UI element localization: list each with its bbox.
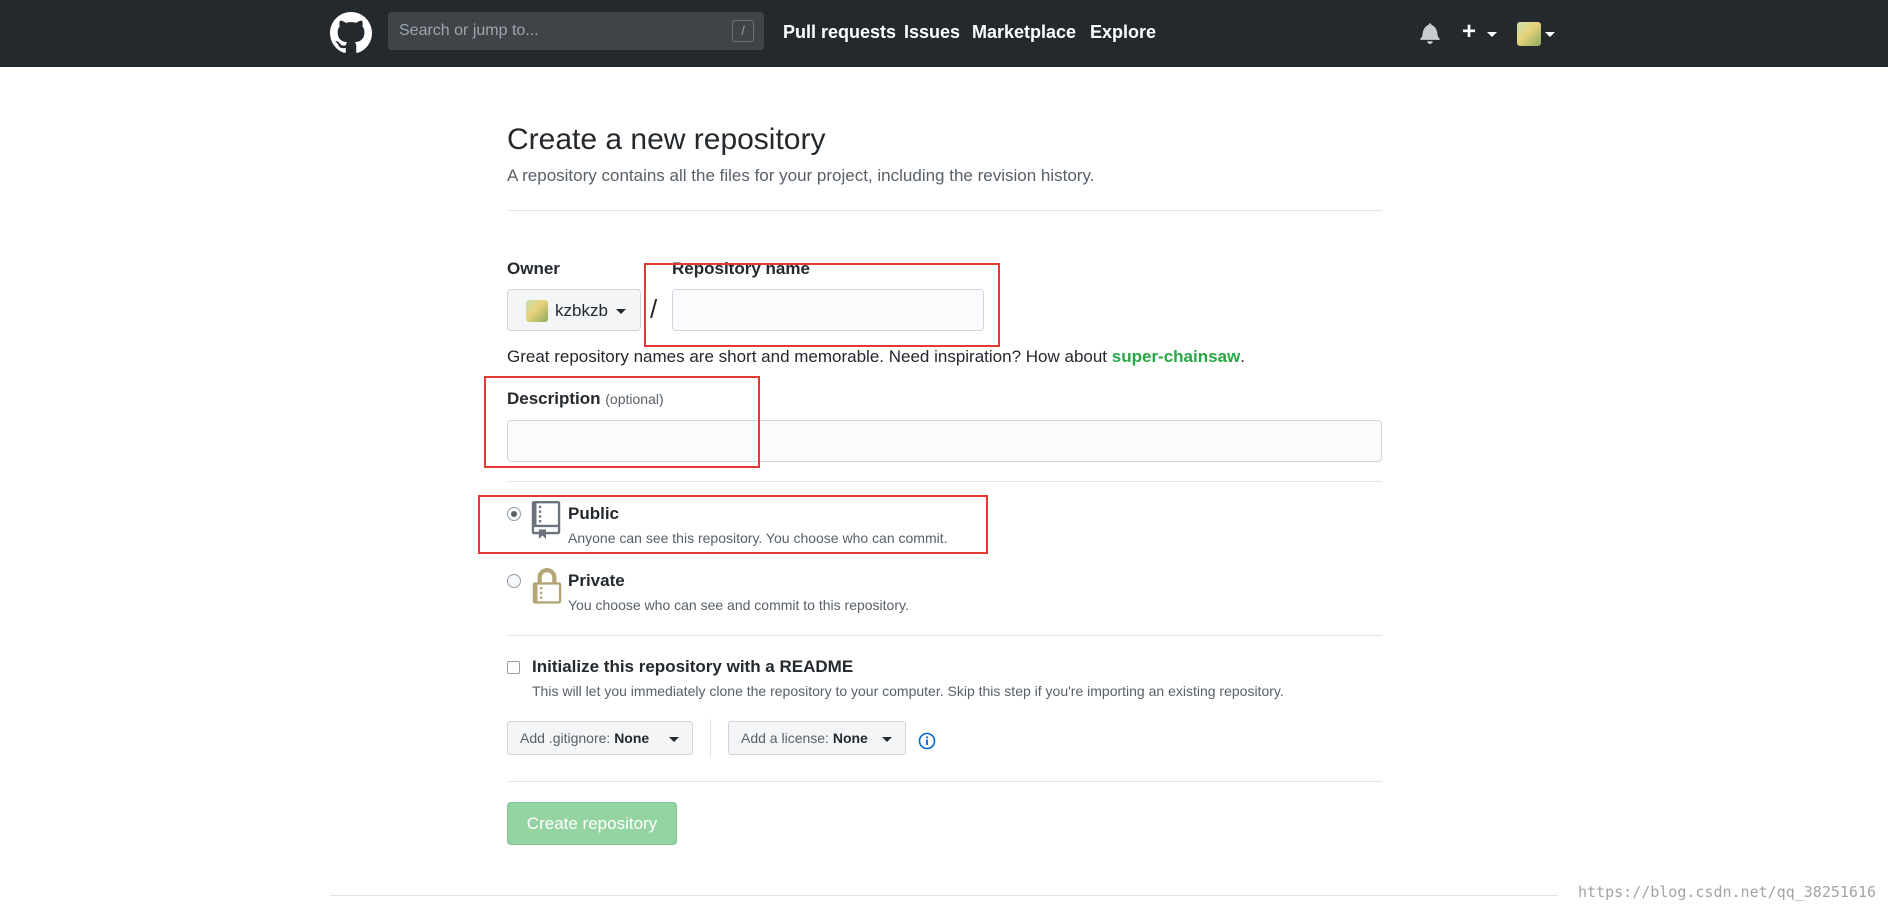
page-subtitle: A repository contains all the files for …	[507, 166, 1095, 185]
hint-end: .	[1240, 347, 1245, 366]
top-header: Search or jump to... / Pull requests Iss…	[0, 0, 1888, 67]
license-value: None	[832, 730, 868, 746]
nav-explore[interactable]: Explore	[1090, 22, 1156, 43]
init-readme-checkbox[interactable]	[507, 661, 520, 674]
private-description: You choose who can see and commit to thi…	[568, 597, 909, 613]
divider	[507, 481, 1382, 482]
divider	[507, 781, 1382, 782]
lock-icon	[532, 568, 562, 604]
owner-select[interactable]: kzbkzb	[507, 289, 641, 331]
gitignore-text: Add .gitignore: None	[520, 730, 649, 746]
github-logo-icon[interactable]	[330, 12, 372, 54]
search-shortcut-key: /	[732, 20, 754, 42]
owner-avatar	[526, 300, 548, 322]
search-input[interactable]: Search or jump to... /	[388, 12, 764, 50]
init-readme-description: This will let you immediately clone the …	[532, 683, 1284, 699]
nav-pull-requests[interactable]: Pull requests	[783, 22, 896, 43]
chevron-down-icon	[616, 309, 626, 314]
gitignore-select[interactable]: Add .gitignore: None	[507, 721, 693, 755]
owner-label: Owner	[507, 259, 560, 278]
repo-name-highlight-box	[644, 263, 1000, 347]
divider	[507, 210, 1382, 211]
plus-chevron-down-icon[interactable]	[1487, 32, 1497, 37]
license-label: Add a license:	[741, 730, 829, 746]
create-new-plus-icon[interactable]: +	[1462, 20, 1476, 44]
divider	[507, 635, 1382, 636]
public-highlight-box	[478, 495, 988, 554]
repo-name-hint: Great repository names are short and mem…	[507, 347, 1245, 367]
create-repository-button[interactable]: Create repository	[507, 802, 677, 845]
chevron-down-icon	[882, 737, 892, 742]
gitignore-label: Add .gitignore:	[520, 730, 611, 746]
bell-icon[interactable]	[1420, 22, 1440, 44]
name-suggestion-link[interactable]: super-chainsaw	[1112, 347, 1241, 366]
hint-text: Great repository names are short and mem…	[507, 347, 1112, 366]
license-text: Add a license: None	[741, 730, 868, 746]
gitignore-value: None	[614, 730, 650, 746]
avatar-chevron-down-icon[interactable]	[1545, 32, 1555, 37]
watermark: https://blog.csdn.net/qq_38251616	[1577, 883, 1876, 901]
search-placeholder: Search or jump to...	[399, 22, 539, 39]
owner-value: kzbkzb	[555, 301, 608, 320]
description-highlight-box	[484, 376, 760, 468]
private-title: Private	[568, 571, 625, 590]
page-title: Create a new repository	[507, 123, 826, 156]
nav-issues[interactable]: Issues	[904, 22, 960, 43]
user-avatar[interactable]	[1517, 22, 1541, 46]
private-radio[interactable]	[507, 574, 521, 588]
footer-divider	[330, 895, 1558, 896]
info-icon[interactable]	[918, 732, 936, 750]
chevron-down-icon	[669, 737, 679, 742]
license-select[interactable]: Add a license: None	[728, 721, 906, 755]
button-separator	[710, 719, 711, 757]
init-readme-title: Initialize this repository with a README	[532, 657, 854, 676]
nav-marketplace[interactable]: Marketplace	[972, 22, 1076, 43]
